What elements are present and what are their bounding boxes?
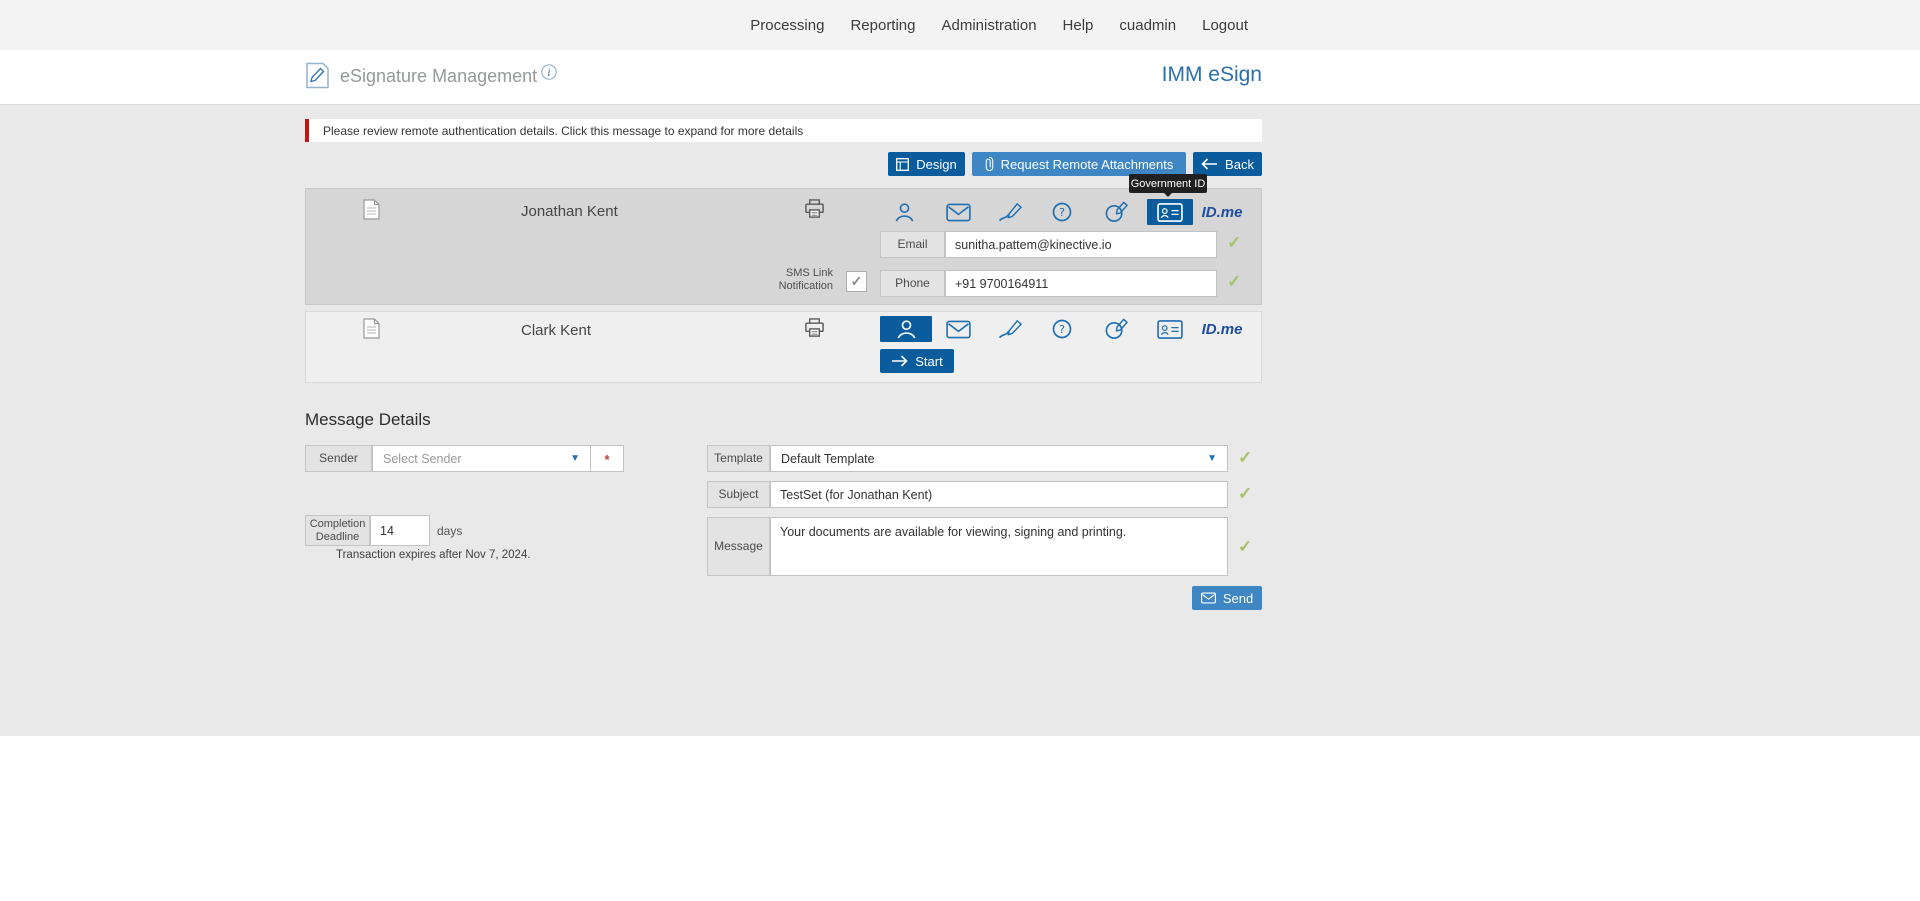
email-label: Email <box>880 231 945 258</box>
brand-logo: IMM eSign <box>1161 63 1262 86</box>
sender-required-indicator: * <box>590 445 624 472</box>
notification-text: Please review remote authentication deta… <box>323 123 804 138</box>
recipient-name: Jonathan Kent <box>521 203 618 220</box>
message-label: Message <box>707 517 770 576</box>
sms-link-notification-label: SMS Link Notification <box>778 267 833 292</box>
sender-select[interactable]: Select Sender ▼ <box>372 445 591 472</box>
page-title: eSignature Management <box>340 66 538 86</box>
send-button[interactable]: Send <box>1192 586 1262 610</box>
paperclip-icon <box>985 156 994 172</box>
document-icon[interactable] <box>363 318 380 342</box>
svg-text:?: ? <box>1059 323 1065 336</box>
message-valid-icon: ✓ <box>1238 537 1253 556</box>
message-textarea[interactable]: Your documents are available for viewing… <box>770 517 1228 576</box>
document-icon[interactable] <box>363 199 380 223</box>
print-icon[interactable] <box>804 198 825 222</box>
subject-input[interactable] <box>770 481 1228 508</box>
print-icon[interactable] <box>804 317 825 341</box>
nav-item-logout[interactable]: Logout <box>1202 17 1248 34</box>
template-select[interactable]: Default Template ▼ <box>770 445 1228 472</box>
subject-label: Subject <box>707 481 770 508</box>
phone-input[interactable] <box>945 270 1217 297</box>
phone-label: Phone <box>880 270 945 297</box>
signature-icon[interactable] <box>988 199 1034 225</box>
signature-icon[interactable] <box>988 316 1034 342</box>
recipient-name: Clark Kent <box>521 322 592 339</box>
email-auth-icon[interactable] <box>935 199 981 225</box>
idme-logo: ID.me <box>1201 203 1243 221</box>
idme-button[interactable]: ID.me <box>1199 316 1245 342</box>
notification-banner[interactable]: Please review remote authentication deta… <box>305 119 1262 142</box>
design-button[interactable]: Design <box>888 152 965 176</box>
completion-deadline-label: Completion Deadline <box>305 515 370 546</box>
send-envelope-icon <box>1200 592 1216 604</box>
government-id-icon[interactable] <box>1147 199 1193 225</box>
email-input[interactable] <box>945 231 1217 258</box>
subject-valid-icon: ✓ <box>1238 484 1253 503</box>
completion-deadline-input[interactable] <box>370 515 430 546</box>
expiration-note: Transaction expires after Nov 7, 2024. <box>336 549 531 561</box>
days-label: days <box>437 524 463 538</box>
signer-icon[interactable] <box>881 199 927 225</box>
message-details-heading: Message Details <box>305 410 431 429</box>
phone-valid-icon: ✓ <box>1227 272 1242 291</box>
remote-signature-icon[interactable] <box>1093 199 1139 225</box>
top-nav: Processing Reporting Administration Help… <box>750 0 1248 50</box>
email-auth-icon[interactable] <box>935 316 981 342</box>
page-header <box>0 50 1920 105</box>
signer-icon[interactable] <box>880 316 932 342</box>
checkbox-check-icon: ✓ <box>850 273 863 289</box>
remote-signature-icon[interactable] <box>1093 316 1139 342</box>
sender-selected-value: Select Sender <box>383 451 462 466</box>
template-selected-value: Default Template <box>781 451 875 466</box>
nav-item-help[interactable]: Help <box>1063 17 1094 34</box>
design-icon <box>896 157 910 171</box>
start-button[interactable]: Start <box>880 349 954 373</box>
request-remote-attachments-button[interactable]: Request Remote Attachments <box>972 152 1186 176</box>
nav-item-reporting[interactable]: Reporting <box>850 17 915 34</box>
nav-item-processing[interactable]: Processing <box>750 17 824 34</box>
sms-notification-checkbox[interactable]: ✓ <box>846 271 867 292</box>
government-id-tooltip: Government ID <box>1129 174 1207 197</box>
svg-text:i: i <box>547 67 550 79</box>
chevron-down-icon: ▼ <box>1207 453 1217 464</box>
template-valid-icon: ✓ <box>1238 448 1253 467</box>
recipient-row-jonathan-kent: Jonathan Kent ? ID.me Email ✓ SMS Link N… <box>305 188 1262 305</box>
government-id-icon[interactable] <box>1147 316 1193 342</box>
template-label: Template <box>707 445 770 472</box>
svg-text:?: ? <box>1059 206 1065 219</box>
back-button[interactable]: Back <box>1193 152 1262 176</box>
security-questions-icon[interactable]: ? <box>1040 316 1086 342</box>
info-icon[interactable]: i <box>541 64 557 83</box>
start-arrow-icon <box>891 355 908 367</box>
idme-logo: ID.me <box>1201 320 1243 338</box>
nav-item-administration[interactable]: Administration <box>942 17 1037 34</box>
sender-label: Sender <box>305 445 372 472</box>
idme-button[interactable]: ID.me <box>1199 199 1245 225</box>
esign-document-icon <box>305 62 330 92</box>
recipient-row-clark-kent: Clark Kent ? ID.me Start <box>305 311 1262 383</box>
security-questions-icon[interactable]: ? <box>1040 199 1086 225</box>
email-valid-icon: ✓ <box>1227 233 1242 252</box>
chevron-down-icon: ▼ <box>570 453 580 464</box>
back-arrow-icon <box>1201 158 1218 170</box>
nav-item-cuadmin[interactable]: cuadmin <box>1119 17 1176 34</box>
